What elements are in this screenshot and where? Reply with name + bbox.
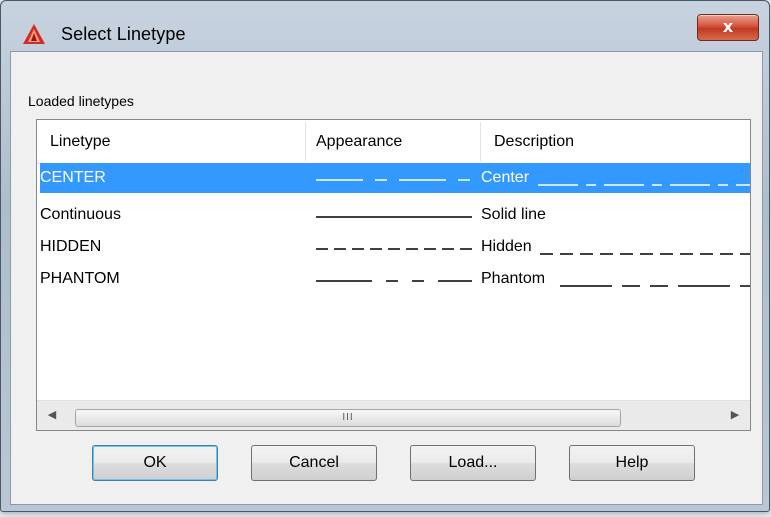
dialog-window: Select Linetype x Loaded linetypes Linet… xyxy=(0,0,770,512)
load-button[interactable]: Load... xyxy=(410,445,536,481)
ok-button[interactable]: OK xyxy=(92,445,218,481)
column-header-description[interactable]: Description xyxy=(494,120,574,163)
description-name: Center xyxy=(481,169,530,186)
list-row-continuous[interactable]: Continuous Solid line xyxy=(40,200,750,230)
description-pattern xyxy=(560,285,750,287)
linetype-list[interactable]: Linetype Appearance Description CENTER C… xyxy=(36,119,751,431)
column-header-linetype[interactable]: Linetype xyxy=(50,120,111,163)
description-name: Hidden xyxy=(481,238,532,255)
linetype-name: CENTER xyxy=(40,169,106,186)
scroll-right-icon[interactable]: ▶ xyxy=(720,401,750,430)
appearance-swatch xyxy=(316,179,470,181)
column-divider[interactable] xyxy=(305,122,306,161)
help-button[interactable]: Help xyxy=(569,445,695,481)
scrollbar-thumb[interactable]: III xyxy=(75,409,621,427)
cancel-button[interactable]: Cancel xyxy=(251,445,377,481)
appearance-swatch xyxy=(316,280,472,282)
title-bar[interactable]: Select Linetype x xyxy=(1,1,769,45)
loaded-linetypes-label: Loaded linetypes xyxy=(28,93,134,109)
grip-icon: III xyxy=(342,412,354,423)
linetype-name: PHANTOM xyxy=(40,270,120,287)
autocad-logo-icon xyxy=(23,24,45,44)
description-name: Solid line xyxy=(481,206,546,223)
appearance-swatch xyxy=(316,248,472,250)
close-icon: x xyxy=(722,17,734,36)
linetype-name: Continuous xyxy=(40,206,121,223)
column-divider[interactable] xyxy=(480,122,481,161)
description-pattern xyxy=(538,184,750,186)
linetype-name: HIDDEN xyxy=(40,238,102,255)
column-header-appearance[interactable]: Appearance xyxy=(316,120,402,163)
close-button[interactable]: x xyxy=(697,14,759,41)
list-header: Linetype Appearance Description xyxy=(37,120,750,164)
scroll-left-icon[interactable]: ◀ xyxy=(37,401,67,430)
list-row-hidden[interactable]: HIDDEN Hidden xyxy=(40,232,750,262)
description-name: Phantom xyxy=(481,270,546,287)
list-row-phantom[interactable]: PHANTOM Phantom xyxy=(40,264,750,294)
horizontal-scrollbar[interactable]: ◀ III ▶ xyxy=(37,400,750,430)
description-pattern xyxy=(540,253,750,255)
window-title: Select Linetype xyxy=(61,24,186,44)
appearance-swatch xyxy=(316,216,472,218)
list-row-center[interactable]: CENTER Center xyxy=(40,163,750,193)
